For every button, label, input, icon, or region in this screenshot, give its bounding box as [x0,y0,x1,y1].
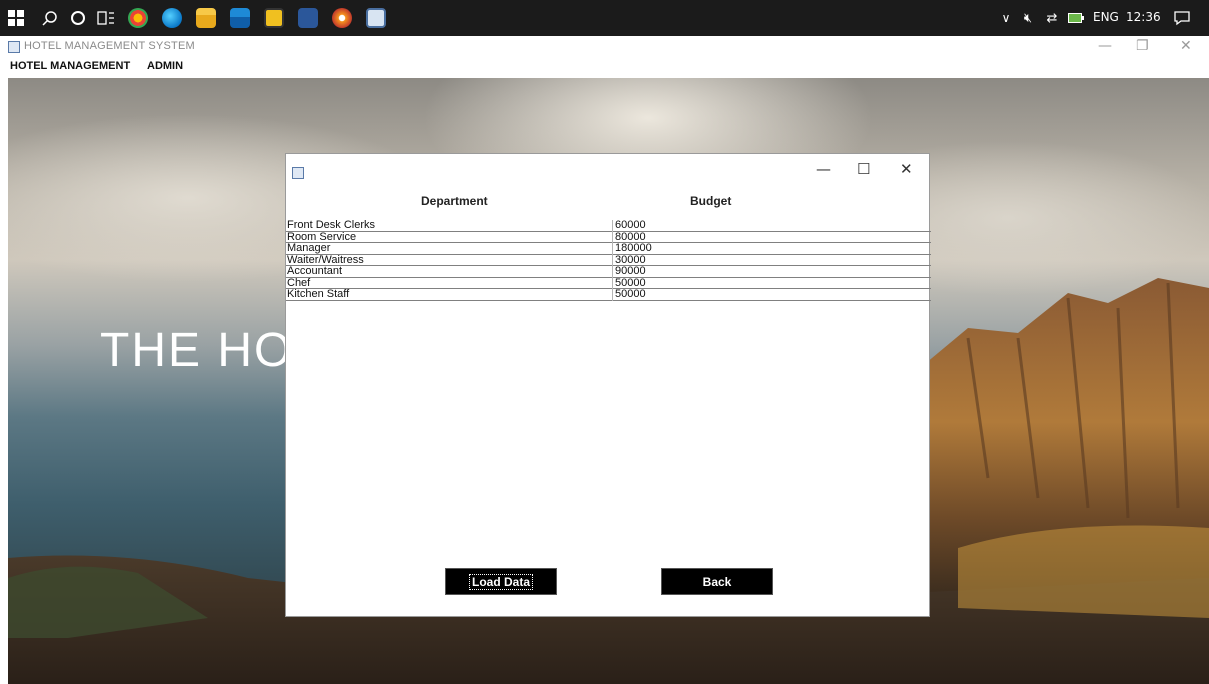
window-title: HOTEL MANAGEMENT SYSTEM [24,40,195,52]
chevron-up-icon[interactable]: ∨ [994,6,1018,30]
table-row[interactable]: Manager 180000 [286,243,931,255]
table-row[interactable]: Front Desk Clerks 60000 [286,220,931,232]
menu-bar: HOTEL MANAGEMENT ADMIN [0,58,1209,76]
department-table[interactable]: Front Desk Clerks 60000 Room Service 800… [286,220,931,301]
column-header-department[interactable]: Department [421,194,488,208]
back-label: Back [702,574,732,589]
cell-budget[interactable]: 80000 [615,231,646,243]
edge-icon[interactable] [162,8,182,28]
close-icon[interactable]: ✕ [900,160,913,178]
search-icon[interactable] [38,6,62,30]
department-budget-dialog: — ☐ ✕ Department Budget Front Desk Clerk… [285,153,931,617]
minimize-icon[interactable]: — [1098,38,1112,54]
column-header-budget[interactable]: Budget [690,194,731,208]
volume-muted-icon[interactable]: 🔇︎ [1016,6,1040,30]
file-explorer-icon[interactable] [196,8,216,28]
cell-budget[interactable]: 60000 [615,220,646,231]
dialog-titlebar: — ☐ ✕ [286,154,929,186]
cell-budget[interactable]: 90000 [615,266,646,277]
cell-department[interactable]: Kitchen Staff [287,289,349,300]
load-data-label: Load Data [468,573,533,590]
windows-taskbar: ∨ 🔇︎ ⇄ ENG 12:36 [0,0,1209,36]
task-view-icon[interactable] [94,6,118,30]
back-button[interactable]: Back [661,568,773,595]
java-icon [8,41,20,53]
load-data-button[interactable]: Load Data [445,568,557,595]
notification-icon[interactable] [1170,6,1194,30]
cell-budget[interactable]: 50000 [615,277,646,289]
table-row[interactable]: Waiter/Waitress 30000 [286,254,931,266]
cell-department[interactable]: Front Desk Clerks [287,220,375,231]
cell-budget[interactable]: 30000 [615,254,646,266]
menu-hotel-management[interactable]: HOTEL MANAGEMENT [10,60,130,72]
word-icon[interactable] [298,8,318,28]
cell-department[interactable]: Manager [287,243,330,254]
close-icon[interactable]: ✕ [1180,38,1192,54]
clock[interactable]: 12:36 [1126,10,1161,24]
windows-start-icon[interactable] [4,6,28,30]
table-row[interactable]: Chef 50000 [286,277,931,289]
store-icon[interactable] [264,8,284,28]
menu-admin[interactable]: ADMIN [147,60,183,72]
battery-icon[interactable] [1064,6,1088,30]
cell-department[interactable]: Chef [287,277,310,289]
java-icon [292,167,304,179]
language-indicator[interactable]: ENG [1093,10,1119,24]
cell-department[interactable]: Accountant [287,266,342,277]
restore-icon[interactable]: ❐ [1136,38,1149,54]
background-heading: THE HO [100,324,294,377]
java-app-icon[interactable] [366,8,386,28]
maximize-icon[interactable]: ☐ [857,160,870,178]
app-icon[interactable] [332,8,352,28]
main-window-titlebar: HOTEL MANAGEMENT SYSTEM — ❐ ✕ [0,36,1209,58]
table-header: Department Budget [286,190,929,212]
network-icon[interactable]: ⇄ [1040,6,1064,30]
cell-department[interactable]: Waiter/Waitress [287,254,364,266]
minimize-icon[interactable]: — [816,160,831,178]
cell-budget[interactable]: 50000 [615,289,646,300]
chrome-icon[interactable] [128,8,148,28]
table-row[interactable]: Room Service 80000 [286,231,931,243]
table-row[interactable]: Kitchen Staff 50000 [286,289,931,301]
cell-budget[interactable]: 180000 [615,243,652,254]
table-row[interactable]: Accountant 90000 [286,266,931,278]
mail-icon[interactable] [230,8,250,28]
cortana-icon[interactable] [66,6,90,30]
cell-department[interactable]: Room Service [287,231,356,243]
